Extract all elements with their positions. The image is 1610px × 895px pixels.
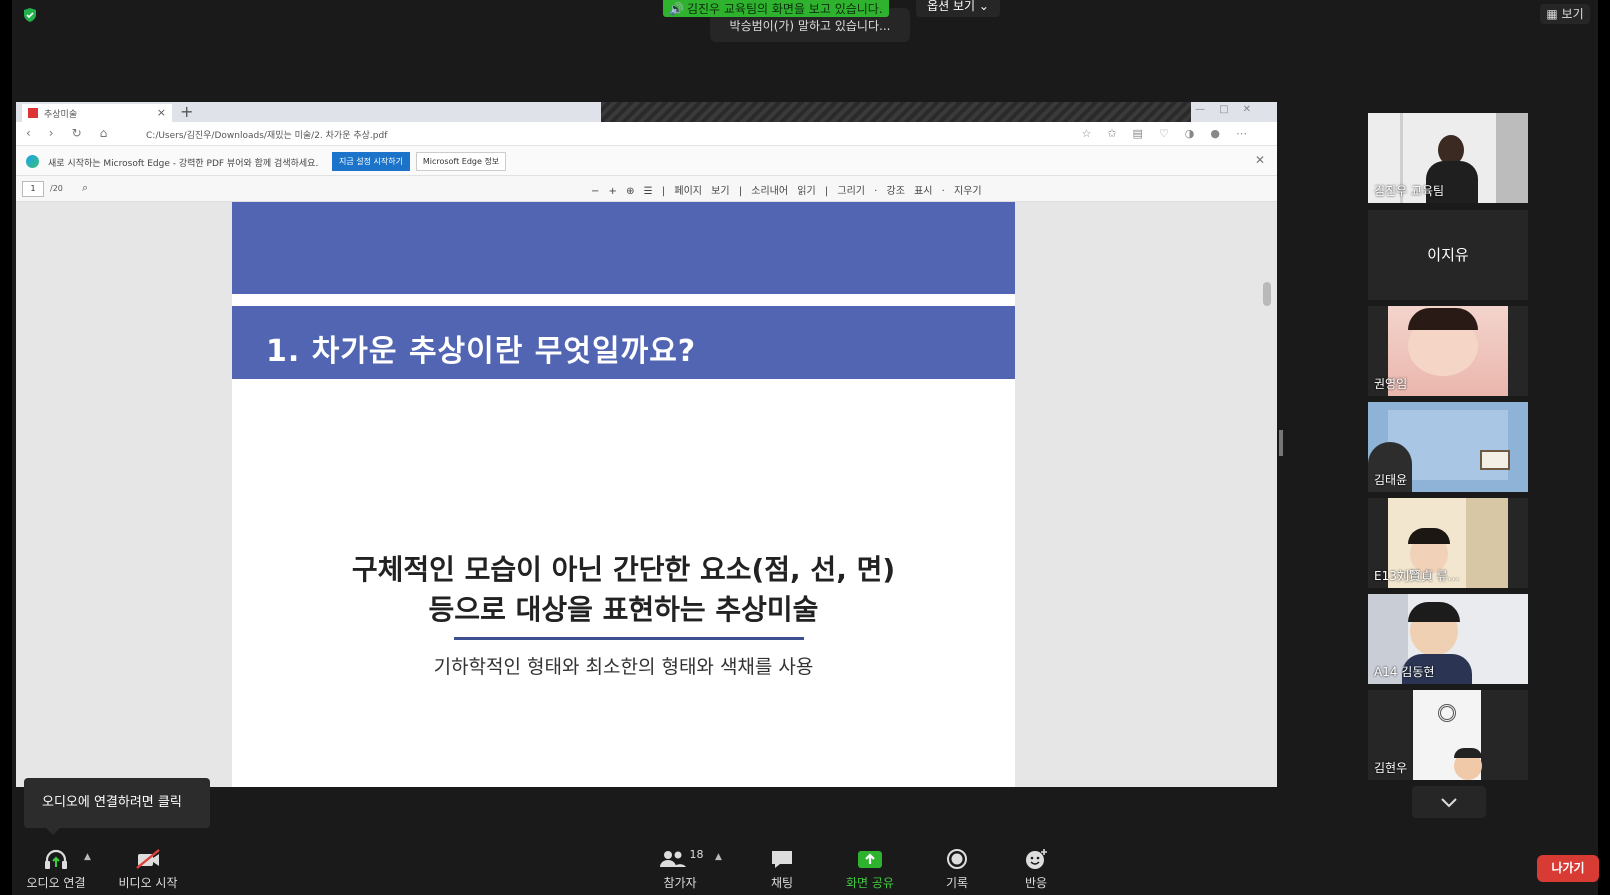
headline-line-2: 등으로 대상을 표현하는 추상미술 — [428, 593, 819, 626]
chat-button[interactable]: 채팅 — [742, 846, 822, 891]
participant-tile[interactable]: A14 김동현 — [1368, 594, 1528, 684]
record-label: 기록 — [945, 876, 969, 890]
share-banner-text: 김진우 교육팀의 화면을 보고 있습니다. — [686, 1, 883, 16]
panel-splitter-handle[interactable] — [1279, 430, 1283, 456]
speaker-icon: 🔊 — [669, 1, 684, 16]
right-edge — [1598, 0, 1610, 895]
share-screen-button[interactable]: 화면 공유 — [830, 846, 910, 891]
start-video-button[interactable]: 비디오 시작 — [108, 846, 188, 891]
audio-options-caret-icon[interactable]: ▲ — [84, 852, 91, 862]
headline-line-1: 구체적인 모습이 아닌 간단한 요소(점, 선, 면) — [351, 553, 896, 586]
participant-name: 권영임 — [1374, 377, 1408, 391]
infobar-text: 새로 시작하는 Microsoft Edge - 강력한 PDF 뷰어와 함께 … — [48, 159, 319, 169]
participants-count: 18 — [689, 847, 704, 861]
new-tab-icon[interactable]: + — [180, 102, 193, 121]
window-titlebar-hatch — [601, 102, 1191, 122]
edge-logo-icon — [26, 155, 39, 168]
headphones-icon — [45, 849, 67, 869]
infobar-primary-button[interactable]: 지금 설정 시작하기 — [332, 152, 410, 171]
page-number-input[interactable]: 1 — [22, 181, 44, 197]
pdf-search-icon[interactable]: ⌕ — [82, 181, 88, 195]
headline-underline — [454, 637, 804, 640]
pdf-document-area: 1. 차가운 추상이란 무엇일까요? 구체적인 모습이 아닌 간단한 요소(점,… — [16, 202, 1277, 787]
address-bar: ‹›↻⌂ C:/Users/김진우/Downloads/재밌는 미술/2. 차가… — [16, 122, 1277, 146]
edge-infobar: 새로 시작하는 Microsoft Edge - 강력한 PDF 뷰어와 함께 … — [16, 146, 1277, 176]
infobar-secondary-button[interactable]: Microsoft Edge 정보 — [416, 152, 506, 171]
grid-icon: ▦ — [1546, 7, 1558, 21]
gallery-scroll-down-button[interactable] — [1412, 786, 1486, 818]
share-screen-label: 화면 공유 — [846, 876, 894, 890]
participants-label: 참가자 — [663, 876, 697, 890]
wall-frame — [1480, 450, 1510, 470]
view-options-label: 옵션 보기 — [927, 0, 976, 13]
video-off-icon — [136, 849, 160, 869]
person-hair — [1408, 528, 1450, 544]
browser-tabbar: 추상미술 × + —□✕ — [16, 102, 1277, 122]
nav-buttons[interactable]: ‹›↻⌂ — [26, 126, 125, 140]
start-video-label: 비디오 시작 — [118, 876, 178, 890]
slide-header-band — [232, 202, 1015, 294]
participant-name: A14 김동현 — [1374, 665, 1435, 679]
chat-icon — [772, 851, 792, 868]
slide-subline: 기하학적인 형태와 최소한의 형태와 색채를 사용 — [433, 656, 814, 678]
participants-options-caret-icon[interactable]: ▲ — [715, 852, 722, 862]
participant-name-centered: 이지유 — [1427, 246, 1469, 264]
participant-tile[interactable]: 김진우 교육팀 — [1368, 113, 1528, 203]
shared-screen: 추상미술 × + —□✕ ‹›↻⌂ C:/Users/김진우/Downloads… — [16, 102, 1277, 787]
slide-title: 1. 차가운 추상이란 무엇일까요? — [232, 306, 1015, 379]
participants-icon — [659, 851, 686, 867]
participant-name: E13刘賢貞 류... — [1374, 569, 1460, 583]
screen-share-banner: 🔊 김진우 교육팀의 화면을 보고 있습니다. — [663, 0, 889, 17]
pdf-toolbar: 1 /20 ⌕ − + ⊕ ☰ | 페이지 보기 | 소리내어 읽기 | 그리기… — [16, 176, 1277, 202]
ceiling-light — [1438, 704, 1456, 722]
layout-view-button[interactable]: ▦ 보기 — [1540, 4, 1590, 24]
tab-title: 추상미술 — [44, 110, 78, 120]
reactions-button[interactable]: 반응 — [996, 846, 1076, 891]
browser-toolbar-icons[interactable]: ☆✩▤♡◑●⋯ — [1081, 127, 1263, 140]
left-edge — [0, 0, 12, 895]
page-total: /20 — [50, 184, 63, 193]
person-hair — [1408, 602, 1460, 622]
record-button[interactable]: 기록 — [917, 846, 997, 891]
view-options-button[interactable]: 옵션 보기 ⌄ — [916, 0, 1000, 17]
meeting-controls: 오디오 연결 ▲ 비디오 시작 18 참가자 ▲ 채팅 화면 공유 기록 반응 — [12, 840, 1598, 895]
slide-page: 1. 차가운 추상이란 무엇일까요? 구체적인 모습이 아닌 간단한 요소(점,… — [232, 202, 1015, 787]
window-controls[interactable]: —□✕ — [1195, 104, 1265, 115]
leave-meeting-button[interactable]: 나가기 — [1537, 855, 1599, 882]
record-icon — [947, 849, 967, 869]
chat-label: 채팅 — [770, 876, 794, 890]
infobar-close-icon[interactable]: ✕ — [1255, 153, 1265, 167]
layout-view-label: 보기 — [1561, 7, 1584, 21]
pdf-scrollbar-thumb[interactable] — [1263, 282, 1271, 306]
participant-name: 김현우 — [1374, 761, 1408, 775]
participant-tile[interactable]: 김현우 — [1368, 690, 1528, 780]
browser-tab[interactable]: 추상미술 × — [22, 104, 172, 122]
smiley-icon — [1026, 849, 1047, 869]
pdf-tools[interactable]: − + ⊕ ☰ | 페이지 보기 | 소리내어 읽기 | 그리기 · 강조 표시… — [591, 182, 982, 197]
url-field[interactable]: C:/Users/김진우/Downloads/재밌는 미술/2. 차가운 추상.… — [146, 128, 646, 141]
participant-name: 김진우 교육팀 — [1374, 184, 1445, 198]
tab-close-icon[interactable]: × — [157, 106, 166, 119]
participant-tile[interactable]: 이지유 — [1368, 210, 1528, 300]
person-hair — [1408, 308, 1478, 330]
security-shield-icon[interactable] — [22, 7, 38, 23]
chevron-down-icon — [1441, 798, 1457, 808]
share-screen-icon — [858, 851, 882, 868]
participant-tile[interactable]: 권영임 — [1368, 306, 1528, 396]
participant-tile[interactable]: 김태윤 — [1368, 402, 1528, 492]
participant-name: 김태윤 — [1374, 473, 1408, 487]
participants-button[interactable]: 18 참가자 — [640, 846, 720, 891]
pdf-favicon-icon — [28, 108, 38, 118]
audio-tooltip: 오디오에 연결하려면 클릭 — [24, 778, 210, 835]
participant-tile[interactable]: E13刘賢貞 류... — [1368, 498, 1528, 588]
slide-headline: 구체적인 모습이 아닌 간단한 요소(점, 선, 면) 등으로 대상을 표현하는… — [232, 550, 1015, 630]
person-hair — [1454, 748, 1482, 758]
reactions-label: 반응 — [1024, 876, 1048, 890]
join-audio-label: 오디오 연결 — [26, 876, 86, 890]
